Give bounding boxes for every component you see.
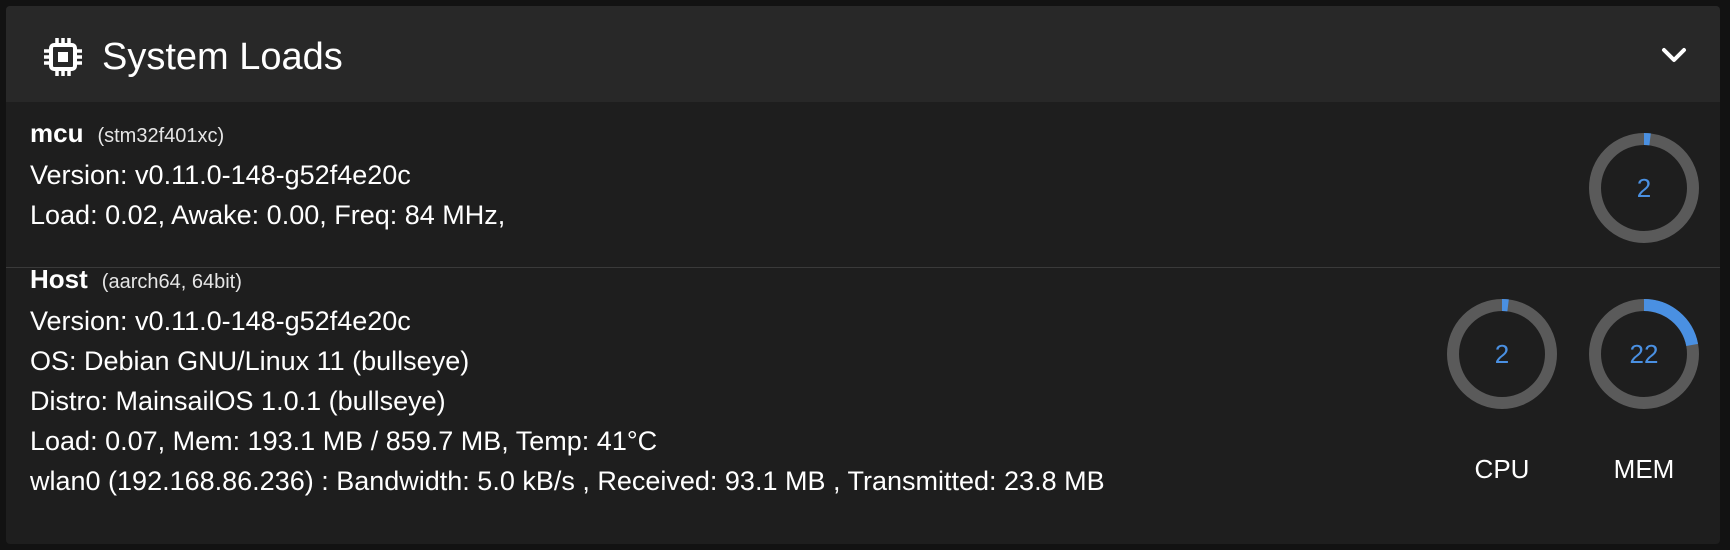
- mem-gauge-value: 22: [1629, 339, 1659, 369]
- mem-gauge-caption: MEM: [1613, 454, 1675, 484]
- cpu-gauge-value: 2: [1494, 339, 1510, 369]
- host-arch: (aarch64, 64bit): [101, 271, 242, 293]
- mcu-load-gauge: 2: [1586, 130, 1702, 246]
- mcu-section: mcu (stm32f401xc) Version: v0.11.0-148-g5…: [6, 102, 1720, 267]
- panel-header[interactable]: System Loads: [6, 6, 1720, 102]
- host-network: wlan0 (192.168.86.236) : Bandwidth: 5.0 …: [30, 466, 1105, 496]
- chevron-up-icon[interactable]: [1660, 44, 1688, 66]
- mcu-chip: (stm32f401xc): [97, 125, 225, 147]
- cpu-chip-icon: [42, 36, 84, 78]
- mcu-gauge-value: 2: [1636, 173, 1652, 203]
- system-loads-panel: System Loads mcu (stm32f401xc) Version: v…: [6, 6, 1720, 544]
- host-name: Host: [30, 264, 88, 294]
- mcu-version: Version: v0.11.0-148-g52f4e20c: [30, 160, 411, 190]
- host-stats: Load: 0.07, Mem: 193.1 MB / 859.7 MB, Te…: [30, 426, 658, 456]
- mem-gauge: 22: [1586, 296, 1702, 412]
- cpu-gauge-caption: CPU: [1474, 454, 1530, 484]
- mcu-name: mcu: [30, 118, 84, 148]
- panel-title: System Loads: [102, 36, 343, 78]
- host-name-line: Host (aarch64, 64bit): [30, 264, 242, 295]
- host-section: Host (aarch64, 64bit) Version: v0.11.0-14…: [6, 264, 1720, 544]
- host-version: Version: v0.11.0-148-g52f4e20c: [30, 306, 411, 336]
- cpu-gauge: 2: [1444, 296, 1560, 412]
- host-os: OS: Debian GNU/Linux 11 (bullseye): [30, 346, 470, 376]
- mcu-name-line: mcu (stm32f401xc): [30, 118, 224, 149]
- mcu-stats: Load: 0.02, Awake: 0.00, Freq: 84 MHz,: [30, 200, 506, 230]
- host-distro: Distro: MainsailOS 1.0.1 (bullseye): [30, 386, 446, 416]
